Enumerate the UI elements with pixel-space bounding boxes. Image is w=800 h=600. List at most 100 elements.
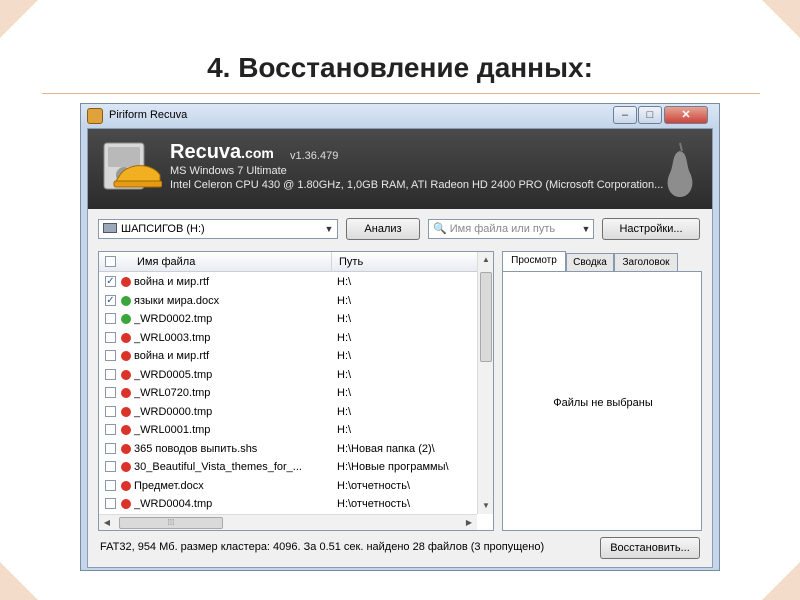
maximize-button[interactable]: □ xyxy=(638,106,662,124)
table-row[interactable]: _WRD0005.tmp H:\ xyxy=(99,366,477,385)
file-checkbox[interactable] xyxy=(105,479,116,491)
file-name: _WRL0001.tmp xyxy=(134,424,211,436)
scroll-up-icon[interactable]: ▲ xyxy=(478,252,493,268)
table-row[interactable]: 30_Beautiful_Vista_themes_for_... H:\Новы… xyxy=(99,458,477,477)
file-path: H:\ xyxy=(337,424,352,436)
file-path: H:\ xyxy=(337,387,352,399)
status-dot-icon xyxy=(121,351,131,361)
hardware-info: Intel Celeron CPU 430 @ 1.80GHz, 1,0GB R… xyxy=(170,179,664,191)
file-path: H:\ xyxy=(337,331,352,344)
window-titlebar[interactable]: Piriform Recuva – □ ✕ xyxy=(81,104,719,128)
scroll-down-icon[interactable]: ▼ xyxy=(478,498,493,514)
minimize-button[interactable]: – xyxy=(613,106,637,124)
search-input[interactable]: 🔍 Имя файла или путь ▼ xyxy=(428,219,594,239)
scroll-thumb[interactable] xyxy=(480,272,492,362)
settings-button[interactable]: Настройки... xyxy=(602,218,700,240)
file-checkbox[interactable] xyxy=(105,368,116,380)
toolbar: ШАПСИГОВ (H:) ▼ Анализ 🔍 Имя файла или п… xyxy=(88,209,712,249)
os-info: MS Windows 7 Ultimate xyxy=(170,165,287,177)
title-underline xyxy=(42,93,760,94)
status-dot-icon xyxy=(121,462,131,472)
file-checkbox[interactable]: ✓ xyxy=(105,294,116,306)
close-button[interactable]: ✕ xyxy=(664,106,708,124)
file-checkbox[interactable] xyxy=(105,331,116,343)
table-row[interactable]: _WRL0003.tmp H:\ xyxy=(99,329,477,348)
file-name: языки мира.docx xyxy=(134,294,220,307)
status-text: FAT32, 954 Мб. размер кластера: 4096. За… xyxy=(100,541,545,553)
status-dot-icon xyxy=(121,314,131,324)
select-all-checkbox[interactable] xyxy=(105,256,116,267)
file-checkbox[interactable]: ✓ xyxy=(105,276,116,287)
status-dot-icon xyxy=(121,480,131,491)
table-row[interactable]: _WRD0002.tmp H:\ xyxy=(99,310,477,329)
chevron-down-icon[interactable]: ▼ xyxy=(321,220,337,238)
scroll-right-icon[interactable]: ▶ xyxy=(461,515,477,530)
table-row[interactable]: _WRD0004.tmp H:\отчетность\ xyxy=(99,495,477,514)
corner-decoration xyxy=(0,562,38,600)
vertical-scrollbar[interactable]: ▲ ▼ xyxy=(477,252,493,514)
table-row[interactable]: ✓ война и мир.rtf H:\ xyxy=(99,273,477,292)
tab-summary[interactable]: Сводка xyxy=(566,253,614,272)
file-checkbox[interactable] xyxy=(105,405,116,417)
file-name: _WRD0004.tmp xyxy=(134,498,213,510)
file-checkbox[interactable] xyxy=(105,498,116,509)
tab-preview[interactable]: Просмотр xyxy=(502,251,566,272)
horizontal-scrollbar[interactable]: ◀ ⁞⁞⁞ ▶ xyxy=(99,514,477,530)
file-path: H:\ xyxy=(337,294,352,307)
file-name: 30_Beautiful_Vista_themes_for_... xyxy=(134,461,302,473)
status-dot-icon xyxy=(121,369,131,380)
table-row[interactable]: _WRL0001.tmp H:\ xyxy=(99,421,477,440)
status-dot-icon xyxy=(121,332,131,343)
column-header-name[interactable]: Имя файла xyxy=(137,256,195,268)
table-row[interactable]: _WRD0000.tmp H:\ xyxy=(99,403,477,422)
file-path: H:\ xyxy=(337,350,352,362)
status-dot-icon xyxy=(121,388,131,398)
status-dot-icon xyxy=(121,406,131,417)
column-header-path[interactable]: Путь xyxy=(339,256,363,268)
recuva-logo-icon xyxy=(103,142,162,190)
corner-decoration xyxy=(762,0,800,38)
file-checkbox[interactable] xyxy=(105,350,116,361)
preview-pane: Файлы не выбраны xyxy=(502,271,702,531)
column-separator[interactable] xyxy=(331,252,332,272)
scroll-thumb[interactable]: ⁞⁞⁞ xyxy=(119,517,223,529)
file-checkbox[interactable] xyxy=(105,387,116,398)
file-checkbox[interactable] xyxy=(105,313,116,324)
file-rows: ✓ война и мир.rtf H:\ ✓ языки мира.docx H:\ _W… xyxy=(99,273,477,514)
file-name: _WRL0003.tmp xyxy=(134,331,211,344)
piriform-pear-icon xyxy=(667,142,693,197)
file-name: _WRD0005.tmp xyxy=(134,368,213,381)
file-list-header: Имя файла Путь xyxy=(99,252,477,272)
slide-title: 4. Восстановление данных: xyxy=(207,52,593,83)
file-path: H:\отчетность\ xyxy=(337,479,411,492)
file-name: война и мир.rtf xyxy=(134,276,210,288)
file-checkbox[interactable] xyxy=(105,424,116,435)
table-row[interactable]: Предмет.docx H:\отчетность\ xyxy=(99,477,477,496)
file-path: H:\Новые программы\ xyxy=(337,461,449,473)
table-row[interactable]: война и мир.rtf H:\ xyxy=(99,347,477,366)
analyze-button[interactable]: Анализ xyxy=(346,218,420,240)
chevron-down-icon[interactable]: ▼ xyxy=(579,220,593,238)
table-row[interactable]: _WRL0720.tmp H:\ xyxy=(99,384,477,403)
table-row[interactable]: ✓ языки мира.docx H:\ xyxy=(99,292,477,311)
file-checkbox[interactable] xyxy=(105,461,116,472)
scroll-left-icon[interactable]: ◀ xyxy=(99,515,115,530)
drive-select[interactable]: ШАПСИГОВ (H:) ▼ xyxy=(98,219,338,239)
window-client: Recuva.com v1.36.479 MS Windows 7 Ultima… xyxy=(87,128,713,568)
status-dot-icon xyxy=(121,499,131,509)
file-path: H:\ xyxy=(337,313,352,325)
table-row[interactable]: 365 поводов выпить.shs H:\Новая папка (2)… xyxy=(99,440,477,459)
file-path: H:\ xyxy=(337,368,352,381)
version-label: v1.36.479 xyxy=(290,150,339,162)
slide: 4. Восстановление данных: Piriform Recuv… xyxy=(0,0,800,600)
file-name: _WRD0000.tmp xyxy=(134,405,213,418)
search-icon: 🔍 xyxy=(433,223,447,235)
file-path: H:\ xyxy=(337,405,352,418)
tab-header[interactable]: Заголовок xyxy=(614,253,678,272)
file-name: Предмет.docx xyxy=(134,479,204,492)
status-dot-icon xyxy=(121,425,131,435)
brand-name: Recuva.com xyxy=(170,141,274,164)
no-files-message: Файлы не выбраны xyxy=(553,397,653,409)
restore-button[interactable]: Восстановить... xyxy=(600,537,700,559)
file-checkbox[interactable] xyxy=(105,442,116,454)
